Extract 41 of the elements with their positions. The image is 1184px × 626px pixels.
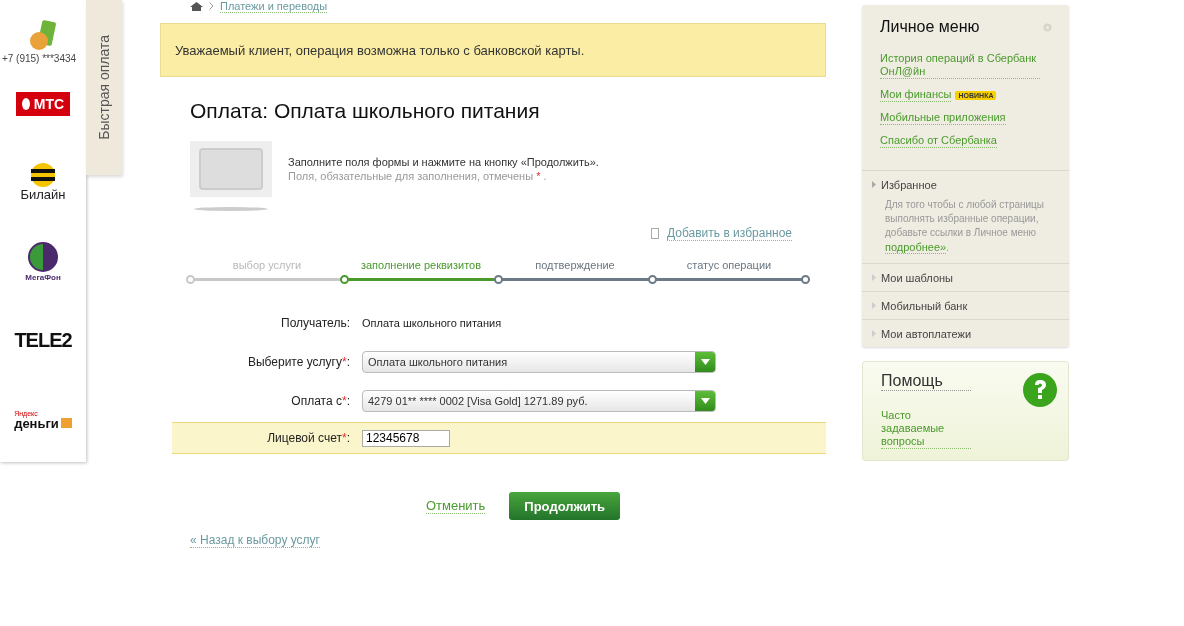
operator-logo[interactable]: МТС: [15, 91, 71, 116]
alert-message: Уважаемый клиент, операция возможна только с банковской карты.: [160, 23, 826, 77]
menu-section[interactable]: Мобильный банк: [872, 298, 1059, 313]
instruction-text: Заполните поля формы и нажмите на кнопку «Продолжить».: [288, 156, 599, 168]
phone-number: +7 (915) ***3434: [1, 53, 77, 64]
field-label: Лицевой счет*:: [266, 431, 351, 445]
cancel-link[interactable]: Отменить: [425, 498, 486, 514]
operator-logo[interactable]: TELE2: [14, 329, 72, 352]
add-favorite-link[interactable]: Добавить в избранное: [667, 226, 792, 241]
help-icon[interactable]: [1022, 372, 1058, 408]
dropdown-arrow-icon: [700, 398, 710, 404]
faq-link[interactable]: Часто задаваемые вопросы: [881, 409, 971, 449]
favorites-description: Для того чтобы с любой страницы выполнять избранные операции, добавьте ссылки в Личное меню подробнее».: [884, 198, 1046, 256]
home-icon[interactable]: [190, 1, 203, 11]
menu-section[interactable]: Избранное: [872, 177, 1059, 192]
recipient-value: Оплата школьного питания: [362, 317, 502, 329]
dropdown[interactable]: Оплата школьного питания: [362, 351, 716, 373]
triangle-icon: [872, 181, 876, 188]
dropdown[interactable]: 4279 01** **** 0002 [Visa Gold] 1271.89 руб.: [362, 390, 716, 412]
menu-title: Личное меню: [880, 18, 980, 36]
breadcrumb-link[interactable]: Платежи и переводы: [220, 0, 328, 13]
menu-section[interactable]: Мои автоплатежи: [872, 326, 1059, 341]
field-label: Выберите услугу*:: [246, 355, 351, 369]
back-link[interactable]: « Назад к выбору услуг: [190, 533, 320, 548]
triangle-icon: [872, 302, 876, 309]
field-label: Получатель:: [280, 316, 351, 330]
bookmark-icon: [651, 228, 660, 239]
operator-logo[interactable]: Билайн: [20, 163, 66, 202]
card-icon: [190, 139, 272, 211]
continue-button[interactable]: Продолжить: [509, 492, 621, 520]
help-title[interactable]: Помощь: [881, 372, 971, 391]
required-note: Поля, обязательные для заполнения, отмечены * .: [288, 170, 548, 182]
triangle-icon: [872, 330, 876, 337]
menu-section[interactable]: Мои шаблоны: [872, 270, 1059, 285]
dropdown-arrow-icon: [700, 359, 710, 365]
triangle-icon: [872, 274, 876, 281]
quick-pay-tab[interactable]: Быстрая оплата: [86, 0, 122, 175]
account-input[interactable]: 12345678: [362, 429, 450, 447]
field-label: Оплата с*:: [290, 394, 351, 408]
page-title: Оплата: Оплата школьного питания: [190, 99, 541, 124]
chevron-icon: [209, 2, 214, 10]
